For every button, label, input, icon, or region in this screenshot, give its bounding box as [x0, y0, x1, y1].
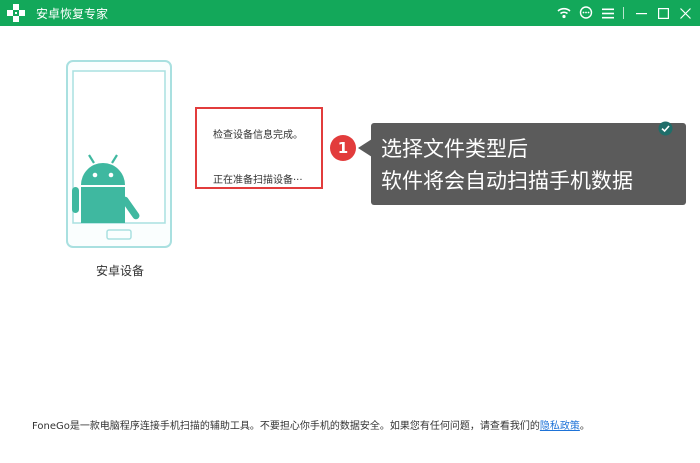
menu-icon[interactable]: [597, 0, 619, 26]
window-controls: [553, 0, 696, 26]
app-logo-icon: [7, 4, 25, 22]
tip-pointer: [358, 139, 372, 157]
footer-text: FoneGo是一款电脑程序连接手机扫描的辅助工具。不要担心你手机的数据安全。如果…: [32, 421, 540, 432]
status-preparing-scan: 正在准备扫描设备···: [213, 175, 303, 186]
footer-suffix: 。: [579, 421, 590, 432]
title-bar: 安卓恢复专家: [0, 0, 700, 26]
android-phone-icon: [66, 60, 172, 248]
status-highlight-box: 检查设备信息完成。 正在准备扫描设备···: [195, 107, 323, 189]
minimize-icon[interactable]: [630, 0, 652, 26]
privacy-policy-link[interactable]: 隐私政策: [540, 421, 580, 432]
check-circle-icon: [658, 121, 673, 136]
maximize-icon[interactable]: [652, 0, 674, 26]
status-check-complete: 检查设备信息完成。: [213, 130, 303, 141]
footer-notice: FoneGo是一款电脑程序连接手机扫描的辅助工具。不要担心你手机的数据安全。如果…: [32, 419, 662, 434]
device-label: 安卓设备: [95, 264, 144, 278]
feedback-icon[interactable]: [575, 0, 597, 26]
tip-callout: 选择文件类型后 软件将会自动扫描手机数据: [371, 123, 686, 205]
tip-line-2: 软件将会自动扫描手机数据: [381, 169, 633, 193]
wifi-icon[interactable]: [553, 0, 575, 26]
tip-line-1: 选择文件类型后: [381, 137, 528, 161]
close-icon[interactable]: [674, 0, 696, 26]
title-separator: [623, 7, 624, 19]
step-number-badge: 1: [330, 135, 356, 161]
app-title: 安卓恢复专家: [36, 7, 109, 21]
